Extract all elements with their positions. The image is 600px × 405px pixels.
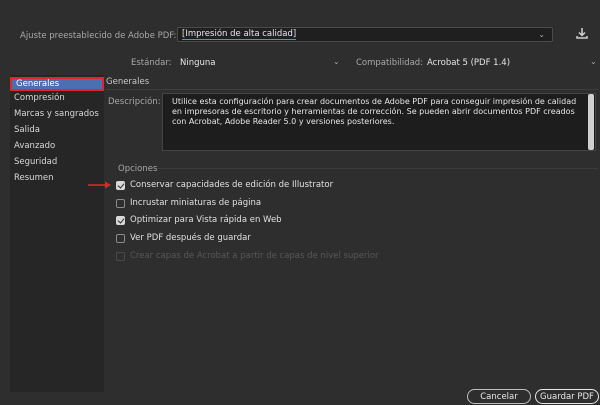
- preset-label: Ajuste preestablecido de Adobe PDF:: [20, 31, 177, 41]
- preset-value: [Impresión de alta calidad]: [182, 29, 297, 40]
- standard-select[interactable]: Ninguna: [180, 58, 216, 68]
- options-title: Opciones: [118, 164, 158, 174]
- checkbox[interactable]: [116, 215, 125, 225]
- option-embed-thumbnails[interactable]: Incrustar miniaturas de página: [116, 197, 261, 209]
- option-view-pdf[interactable]: Ver PDF después de guardar: [116, 232, 251, 244]
- chevron-down-icon[interactable]: ⌄: [333, 57, 340, 66]
- option-acrobat-layers: Crear capas de Acrobat a partir de capas…: [116, 250, 379, 262]
- chevron-down-icon: ⌄: [538, 30, 545, 39]
- description-label: Descripción:: [108, 97, 161, 107]
- chevron-down-icon[interactable]: ⌄: [590, 57, 597, 66]
- save-pdf-button[interactable]: Guardar PDF: [535, 389, 599, 404]
- description-text[interactable]: Utilice esta configuración para crear do…: [162, 93, 596, 151]
- sidebar-item-avanzado[interactable]: Avanzado: [10, 139, 104, 153]
- sidebar: Generales Compresión Marcas y sangrados …: [10, 75, 104, 392]
- option-optimize-web[interactable]: Optimizar para Vista rápida en Web: [116, 214, 282, 226]
- option-label: Optimizar para Vista rápida en Web: [130, 215, 282, 225]
- divider: [106, 89, 598, 90]
- checkbox[interactable]: [116, 233, 125, 243]
- option-label: Conservar capacidades de edición de Illu…: [130, 180, 334, 190]
- option-label: Ver PDF después de guardar: [130, 233, 251, 243]
- section-title: Generales: [106, 77, 150, 87]
- checkbox: [116, 251, 125, 261]
- preset-select[interactable]: [Impresión de alta calidad] ⌄: [177, 27, 553, 42]
- cancel-button[interactable]: Cancelar: [467, 389, 531, 404]
- compatibility-label: Compatibilidad:: [356, 58, 424, 68]
- sidebar-item-salida[interactable]: Salida: [10, 123, 104, 137]
- option-preserve-editing[interactable]: Conservar capacidades de edición de Illu…: [116, 179, 333, 191]
- compatibility-select[interactable]: Acrobat 5 (PDF 1.4): [427, 58, 510, 68]
- red-arrow-icon: [88, 181, 111, 189]
- save-preset-icon[interactable]: [574, 25, 590, 41]
- standard-label: Estándar:: [131, 58, 172, 68]
- sidebar-item-compresion[interactable]: Compresión: [10, 91, 104, 105]
- divider: [158, 168, 598, 169]
- option-label: Crear capas de Acrobat a partir de capas…: [130, 251, 379, 261]
- sidebar-item-marcas[interactable]: Marcas y sangrados: [10, 107, 104, 121]
- option-label: Incrustar miniaturas de página: [130, 198, 262, 208]
- checkbox[interactable]: [116, 180, 125, 190]
- sidebar-item-generales[interactable]: Generales: [10, 77, 104, 91]
- checkbox[interactable]: [116, 198, 125, 208]
- sidebar-item-seguridad[interactable]: Seguridad: [10, 155, 104, 169]
- description-scrollbar[interactable]: [588, 94, 594, 150]
